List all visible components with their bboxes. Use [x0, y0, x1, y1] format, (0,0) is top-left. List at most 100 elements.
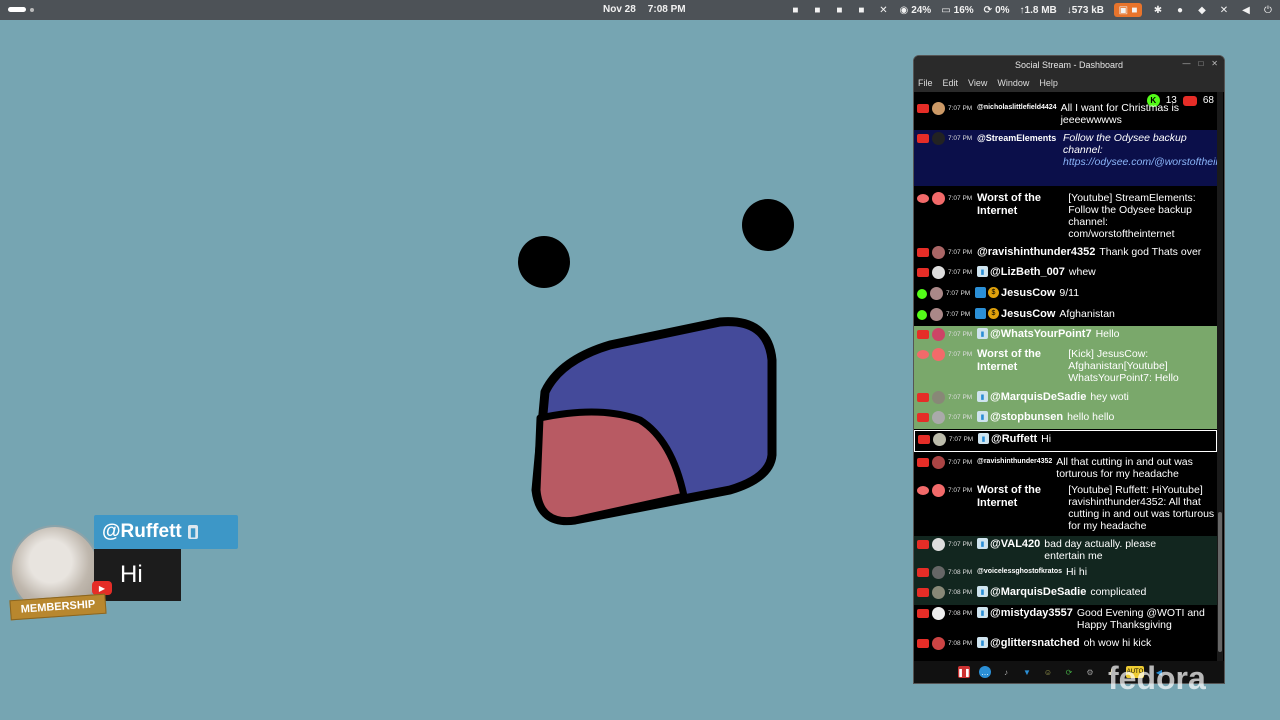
chat-message-row[interactable]: 7:07 PM ▮ @stopbunsen hello hello — [914, 409, 1217, 429]
menu-file[interactable]: File — [918, 78, 933, 88]
overlay-username: @Ruffett ▮ — [94, 515, 238, 549]
chat-message-row[interactable]: 7:07 PM @ravishinthunder4352 Thank god Tha… — [914, 244, 1217, 264]
youtube-source-icon — [917, 393, 929, 402]
emoji-icon[interactable]: ☺ — [1042, 666, 1054, 678]
chat-message-row[interactable]: 7:07 PM ▮ @VAL420 bad day actually. please … — [914, 536, 1217, 564]
message-username[interactable]: @VAL420 — [990, 538, 1040, 550]
message-link[interactable]: https://odysee.com/@worstoftheinternet — [1063, 156, 1217, 168]
member-badge-icon: ▮ — [977, 328, 988, 339]
mouth — [531, 317, 777, 526]
message-text: oh wow hi kick — [1083, 637, 1152, 649]
message-username[interactable]: @glittersnatched — [990, 637, 1080, 649]
pause-icon[interactable]: ❚❚ — [957, 666, 971, 678]
avatar — [932, 411, 945, 424]
avatar — [932, 266, 945, 279]
chat-message-row[interactable]: 7:07 PM ▮ @LizBeth_007 whew — [914, 264, 1217, 285]
youtube-source-icon — [918, 435, 930, 444]
avatar — [932, 102, 945, 115]
message-text: Hi hi — [1066, 566, 1088, 578]
message-username[interactable]: @ravishinthunder4352 — [977, 246, 1095, 258]
message-username[interactable]: @WhatsYourPoint7 — [990, 328, 1092, 340]
settings-icon[interactable]: ⚙ — [1084, 666, 1096, 678]
message-username[interactable]: JesusCow — [1001, 287, 1055, 299]
message-username[interactable]: @mistyday3557 — [990, 607, 1073, 619]
feed-scrollbar[interactable] — [1217, 92, 1223, 664]
message-time: 7:07 PM — [946, 311, 971, 318]
message-username[interactable]: @LizBeth_007 — [990, 266, 1065, 278]
message-text: Afghanistan — [1059, 308, 1115, 320]
chat-message-row[interactable]: 7:07 PM @nicholaslittlefield4424 All I wan… — [914, 100, 1217, 127]
message-time: 7:08 PM — [948, 569, 973, 576]
chat-message-row[interactable]: 7:07 PM ▮ @MarquisDeSadie hey woti — [914, 389, 1217, 409]
message-username[interactable]: Worst of the Internet — [977, 192, 1064, 218]
close-icon[interactable]: ✕ — [1211, 59, 1218, 68]
moderator-badge-icon — [975, 308, 986, 319]
avatar — [932, 586, 945, 599]
chat-message-row[interactable]: 7:08 PM ▮ @glittersnatched oh wow hi kick — [914, 635, 1217, 656]
youtube-source-icon — [917, 330, 929, 339]
refresh-icon[interactable]: ⟳ — [1063, 666, 1075, 678]
message-username[interactable]: @ravishinthunder4352 — [977, 458, 1052, 465]
chat-message-row[interactable]: 7:07 PM ▮ @WhatsYourPoint7 Hello — [914, 326, 1217, 346]
chat-message-row[interactable]: 7:08 PM @voicelessghostofkratos Hi hi — [914, 564, 1217, 584]
subscriber-badge-icon: $ — [988, 287, 999, 298]
menu-edit[interactable]: Edit — [943, 78, 959, 88]
message-text: All I want for Christmas is jeeeewwwws — [1060, 102, 1180, 126]
message-username[interactable]: @MarquisDeSadie — [990, 391, 1086, 403]
avatar — [930, 308, 943, 321]
message-text: whew — [1068, 266, 1096, 278]
bell-icon[interactable]: ♪ — [1000, 666, 1012, 678]
menu-view[interactable]: View — [968, 78, 987, 88]
message-text: All that cutting in and out was torturou… — [1056, 456, 1193, 480]
message-time: 7:07 PM — [948, 459, 973, 466]
chat-message-row[interactable]: 7:07 PM Worst of the Internet [Youtube] Ru… — [914, 482, 1217, 536]
message-username[interactable]: JesusCow — [1001, 308, 1055, 320]
chat-icon[interactable]: … — [979, 666, 991, 678]
message-username[interactable]: Worst of the Internet — [977, 484, 1064, 510]
message-username[interactable]: Worst of the Internet — [977, 348, 1064, 374]
avatar — [932, 391, 945, 404]
member-badge-icon: ▮ — [977, 607, 988, 618]
chat-message-row[interactable]: 7:07 PM $ JesusCow Afghanistan — [914, 306, 1217, 326]
chat-message-row[interactable]: 7:07 PM Worst of the Internet [Kick] Jesus… — [914, 346, 1217, 389]
filter-icon[interactable]: ▼ — [1021, 666, 1033, 678]
menu-window[interactable]: Window — [997, 78, 1029, 88]
message-username[interactable]: @voicelessghostofkratos — [977, 568, 1062, 575]
member-badge-icon: ▮ — [977, 411, 988, 422]
chat-message-row[interactable]: 7:07 PM ▮ @Ruffett Hi — [914, 430, 1217, 452]
chat-message-row[interactable]: 7:08 PM ▮ @mistyday3557 Good Evening @WOTI … — [914, 605, 1217, 633]
youtube-source-icon — [917, 134, 929, 143]
avatar — [932, 192, 945, 205]
message-text: Hello — [1095, 328, 1120, 340]
message-time: 7:07 PM — [948, 105, 973, 112]
chat-message-row[interactable]: 7:07 PM Worst of the Internet [Youtube] St… — [914, 190, 1217, 242]
message-time: 7:07 PM — [946, 290, 971, 297]
moderator-badge-icon — [975, 287, 986, 298]
message-username[interactable]: @stopbunsen — [990, 411, 1063, 423]
youtube-source-icon — [917, 268, 929, 277]
message-username[interactable]: @Ruffett — [991, 433, 1037, 445]
window-titlebar[interactable]: Social Stream - Dashboard — □ ✕ — [914, 56, 1224, 74]
avatar — [933, 433, 946, 446]
chat-message-row[interactable]: 7:07 PM @StreamElements Follow the Odysee … — [914, 130, 1217, 186]
minimize-icon[interactable]: — — [1182, 59, 1190, 68]
social-stream-window: Social Stream - Dashboard — □ ✕ File Edi… — [913, 55, 1225, 684]
chat-message-row[interactable]: 7:07 PM $ JesusCow 9/11 — [914, 285, 1217, 306]
chat-message-row[interactable]: 7:08 PM ▮ @MarquisDeSadie complicated — [914, 584, 1217, 605]
chat-message-row[interactable]: 7:07 PM @ravishinthunder4352 All that cutt… — [914, 454, 1217, 480]
menu-bar: File Edit View Window Help — [914, 74, 1224, 92]
maximize-icon[interactable]: □ — [1198, 59, 1203, 68]
left-eye — [518, 236, 570, 288]
menu-help[interactable]: Help — [1039, 78, 1058, 88]
message-time: 7:08 PM — [948, 589, 973, 596]
message-username[interactable]: @MarquisDeSadie — [990, 586, 1086, 598]
member-badge-icon: ▮ — [187, 525, 199, 539]
message-time: 7:08 PM — [948, 610, 973, 617]
message-text: Thank god Thats over — [1099, 246, 1202, 258]
scrollbar-thumb[interactable] — [1218, 512, 1222, 652]
chat-feed[interactable]: 7:07 PM @nicholaslittlefield4424 All I wan… — [914, 92, 1217, 664]
message-username[interactable]: @nicholaslittlefield4424 — [977, 104, 1057, 111]
message-time: 7:08 PM — [948, 640, 973, 647]
message-username[interactable]: @StreamElements — [977, 132, 1059, 145]
youtube-source-icon — [917, 568, 929, 577]
